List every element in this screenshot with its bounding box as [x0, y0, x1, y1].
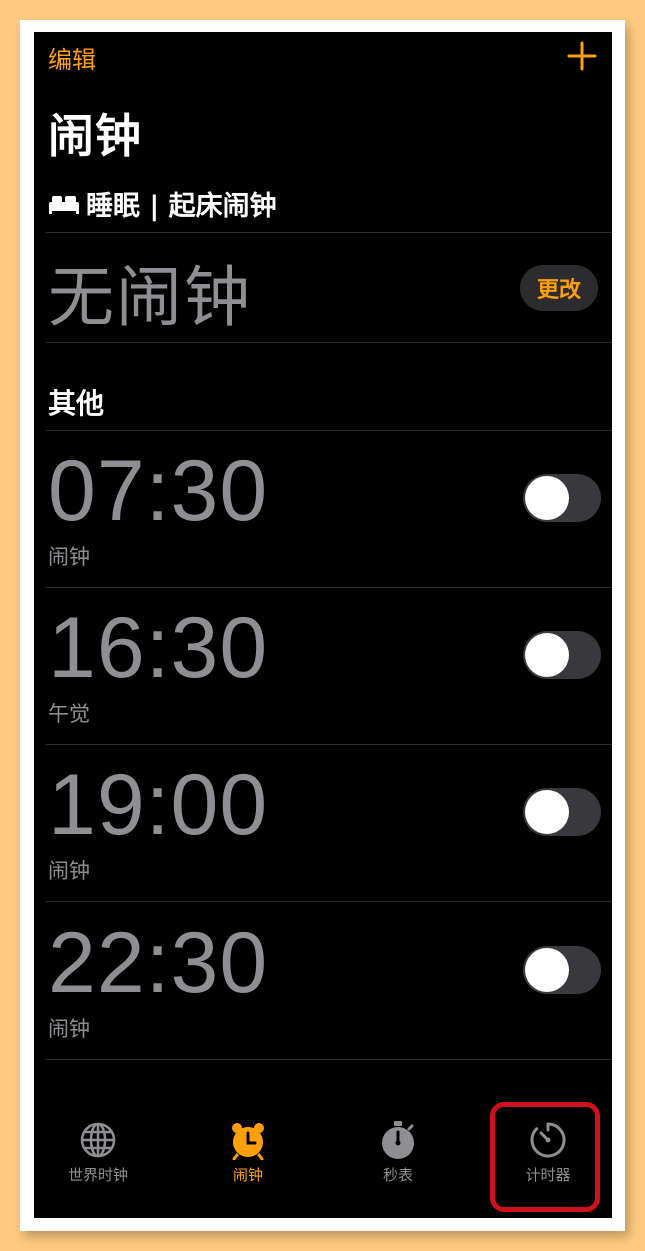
toggle-knob: [525, 476, 569, 520]
tab-world-clock[interactable]: 世界时钟: [34, 1120, 162, 1185]
alarm-toggle[interactable]: [523, 946, 601, 994]
alarm-clock-icon: [232, 1123, 264, 1160]
tab-label: 闹钟: [232, 1166, 263, 1184]
alarm-time: 07:30: [48, 443, 269, 539]
globe-icon: [80, 1122, 116, 1158]
alarm-toggle[interactable]: [523, 474, 601, 522]
tab-label: 世界时钟: [67, 1166, 128, 1184]
divider: [46, 342, 612, 343]
alarm-toggle[interactable]: [523, 788, 601, 836]
edit-button[interactable]: 编辑: [48, 40, 96, 75]
alarm-label: 闹钟: [48, 545, 90, 569]
alarm-label: 闹钟: [48, 1017, 90, 1041]
bed-icon: [49, 195, 79, 214]
divider: [46, 901, 612, 902]
tab-stopwatch[interactable]: 秒表: [334, 1120, 462, 1185]
alarm-row[interactable]: 22:30 闹钟: [34, 903, 612, 1060]
divider: [46, 1059, 612, 1060]
alarm-row[interactable]: 16:30 午觉: [34, 588, 612, 745]
alarm-row[interactable]: 19:00 闹钟: [34, 745, 612, 902]
tab-label: 秒表: [382, 1166, 413, 1184]
no-alarm-text: 无闹钟: [48, 259, 252, 336]
toggle-knob: [525, 790, 569, 834]
other-section-header: 其他: [48, 387, 105, 420]
alarm-time: 22:30: [48, 915, 269, 1011]
change-sleep-button[interactable]: 更改: [520, 265, 598, 311]
sleep-section-label: 睡眠 | 起床闹钟: [86, 191, 277, 222]
alarm-time: 19:00: [48, 757, 269, 853]
add-alarm-button[interactable]: [566, 40, 598, 72]
alarm-label: 闹钟: [48, 859, 90, 883]
clock-app-screen: 编辑 闹钟 睡眠 | 起床闹钟 无闹钟 更改 其他 07:30 闹钟 16:30…: [34, 32, 612, 1218]
sleep-section-header: 睡眠 | 起床闹钟: [48, 184, 277, 223]
alarm-toggle[interactable]: [523, 631, 601, 679]
page-title: 闹钟: [48, 109, 142, 163]
alarm-row[interactable]: 07:30 闹钟: [34, 431, 612, 588]
timer-tab-highlight: [490, 1102, 600, 1212]
divider: [46, 232, 612, 233]
toggle-knob: [525, 633, 569, 677]
plus-icon: [567, 41, 597, 71]
alarm-label: 午觉: [48, 702, 90, 726]
stopwatch-icon: [382, 1121, 414, 1159]
toggle-knob: [525, 948, 569, 992]
tab-alarm[interactable]: 闹钟: [184, 1120, 312, 1185]
alarm-time: 16:30: [48, 600, 269, 696]
